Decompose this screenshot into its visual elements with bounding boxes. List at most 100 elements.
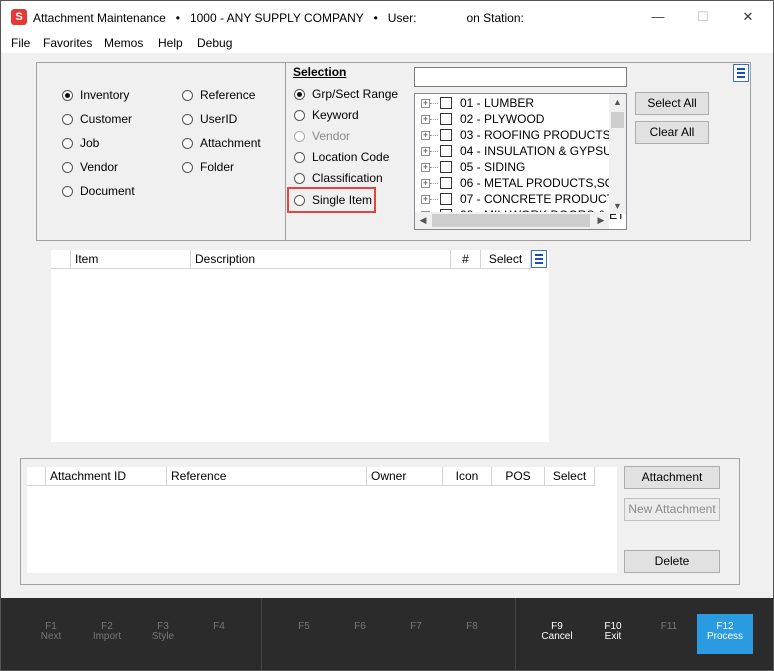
radio-userid[interactable]: UserID [182,112,237,126]
fkey-label: Exit [604,631,622,642]
group-section-tree[interactable]: +01 - LUMBER +02 - PLYWOOD +03 - ROOFING P… [414,93,627,230]
menu-favorites[interactable]: Favorites [43,36,92,50]
radio-location-code[interactable]: Location Code [294,150,389,164]
tree-item-label: 06 - METAL PRODUCTS,SOFI [460,176,625,190]
radio-folder[interactable]: Folder [182,160,234,174]
column-description[interactable]: Description [191,250,451,269]
tree-connector [430,118,438,120]
expand-plus-icon[interactable]: + [421,130,430,140]
tree-item-label: 05 - SIDING [460,160,526,174]
expand-plus-icon[interactable]: + [421,98,430,108]
scroll-down-icon[interactable]: ▼ [609,198,626,214]
item-grid[interactable]: Item Description # Select [51,250,549,442]
fkey-f1[interactable]: F1 Next [23,598,79,670]
scroll-thumb[interactable] [611,112,624,128]
fkey-f3[interactable]: F3 Style [135,598,191,670]
radio-attachment[interactable]: Attachment [182,136,261,150]
attachment-button[interactable]: Attachment [624,466,720,489]
fkey-f6[interactable]: F6 [332,598,388,670]
close-button[interactable]: ✕ [733,7,763,27]
fkey-f9[interactable]: F9 Cancel [529,598,585,670]
tree-item[interactable]: +04 - INSULATION & GYPSUM [415,143,622,159]
tree-item[interactable]: +06 - METAL PRODUCTS,SOFI [415,175,625,191]
radio-vendor[interactable]: Vendor [62,160,118,174]
fkey-f12[interactable]: F12 Process [697,614,753,654]
tree-item[interactable]: +01 - LUMBER [415,95,534,111]
column-owner[interactable]: Owner [367,467,443,486]
fkey-f2[interactable]: F2 Import [79,598,135,670]
tree-vertical-scrollbar[interactable]: ▲ ▼ [609,94,626,214]
column-item[interactable]: Item [71,250,191,269]
fkey-f4[interactable]: F4 [191,598,247,670]
radio-label: Classification [312,171,383,185]
menu-file[interactable]: File [11,36,30,50]
column-select[interactable]: Select [545,467,595,486]
title-bar: S Attachment Maintenance • 1000 - ANY SU… [1,1,773,33]
checkbox[interactable] [440,193,452,205]
attachment-grid[interactable]: Attachment ID Reference Owner Icon POS S… [27,467,617,573]
scroll-left-icon[interactable]: ◀ [415,212,431,229]
radio-document[interactable]: Document [62,184,135,198]
fkey-key: F8 [466,621,478,632]
checkbox[interactable] [440,113,452,125]
fkey-f5[interactable]: F5 [276,598,332,670]
radio-grp-sect-range[interactable]: Grp/Sect Range [294,87,398,101]
radio-dot-icon [62,137,73,149]
radio-dot-icon [294,172,305,184]
tree-connector [430,182,438,184]
select-all-button[interactable]: Select All [635,92,709,115]
clear-all-button[interactable]: Clear All [635,121,709,144]
expand-plus-icon[interactable]: + [421,178,430,188]
tree-item[interactable]: +05 - SIDING [415,159,525,175]
menu-debug[interactable]: Debug [197,36,232,50]
radio-customer[interactable]: Customer [62,112,132,126]
column-select[interactable]: Select [481,250,531,269]
tree-item[interactable]: +02 - PLYWOOD [415,111,544,127]
minimize-button[interactable]: — [643,7,673,27]
radio-single-item[interactable]: Single Item [294,193,372,207]
scroll-right-icon[interactable]: ▶ [593,212,609,229]
radio-vendor-selection: Vendor [294,129,350,143]
radio-label: Keyword [312,108,359,122]
maximize-button[interactable]: ☐ [688,7,718,27]
radio-dot-icon [294,194,305,206]
radio-reference[interactable]: Reference [182,88,255,102]
scroll-up-icon[interactable]: ▲ [609,94,626,110]
expand-plus-icon[interactable]: + [421,114,430,124]
selection-search-input[interactable] [414,67,627,87]
expand-plus-icon[interactable]: + [421,162,430,172]
fkey-label: Style [151,631,175,642]
fkey-f10[interactable]: F10 Exit [585,598,641,670]
checkbox[interactable] [440,97,452,109]
checkbox[interactable] [440,177,452,189]
fkey-f11[interactable]: F11 [641,598,697,670]
radio-inventory[interactable]: Inventory [62,88,129,102]
checkbox[interactable] [440,129,452,141]
radio-job[interactable]: Job [62,136,99,150]
menu-memos[interactable]: Memos [104,36,143,50]
scroll-thumb[interactable] [432,214,590,227]
expand-plus-icon[interactable]: + [421,146,430,156]
row-selector-header [51,250,71,269]
tree-connector [430,102,438,104]
column-icon[interactable]: Icon [443,467,492,486]
column-count[interactable]: # [451,250,481,269]
checkbox[interactable] [440,145,452,157]
tree-item[interactable]: +03 - ROOFING PRODUCTS [415,127,611,143]
checkbox[interactable] [440,161,452,173]
radio-classification[interactable]: Classification [294,171,383,185]
radio-label: Vendor [80,160,119,174]
column-reference[interactable]: Reference [167,467,367,486]
tree-item[interactable]: +07 - CONCRETE PRODUCTS [415,191,622,207]
fkey-f7[interactable]: F7 [388,598,444,670]
column-pos[interactable]: POS [492,467,545,486]
panel-menu-icon[interactable] [733,64,749,82]
delete-button[interactable]: Delete [624,550,720,573]
column-attachment-id[interactable]: Attachment ID [46,467,167,486]
radio-keyword[interactable]: Keyword [294,108,359,122]
item-grid-menu-icon[interactable] [531,250,547,268]
fkey-f8[interactable]: F8 [444,598,500,670]
tree-horizontal-scrollbar[interactable]: ◀ ▶ [415,212,609,229]
menu-help[interactable]: Help [158,36,183,50]
expand-plus-icon[interactable]: + [421,194,430,204]
